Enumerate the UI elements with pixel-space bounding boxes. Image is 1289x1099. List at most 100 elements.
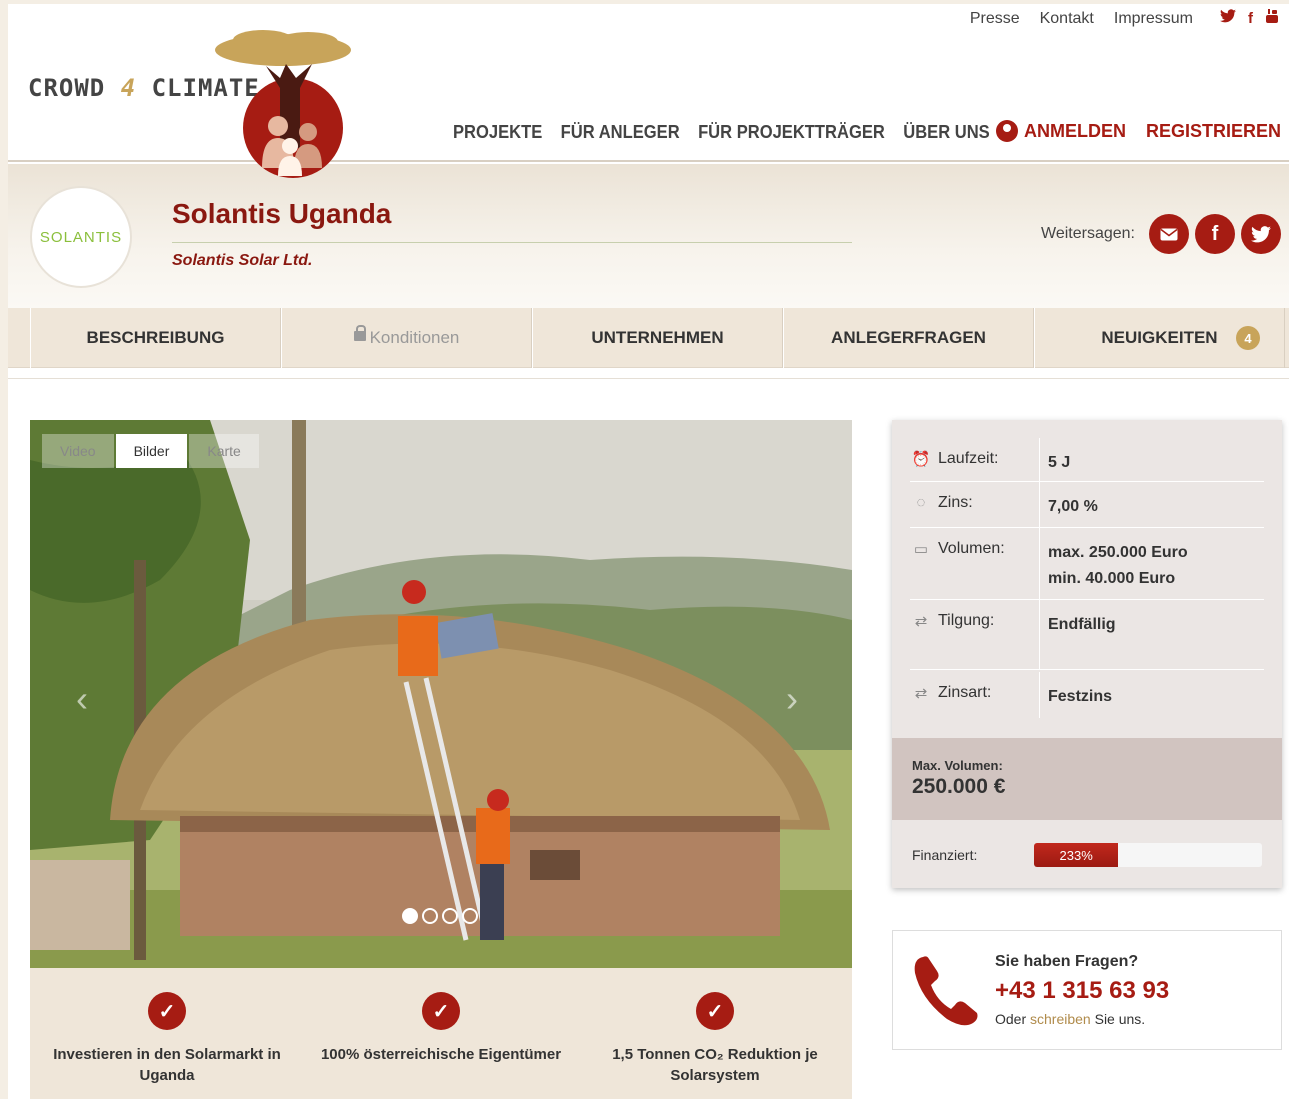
share-bar: Weitersagen: f — [1041, 214, 1281, 254]
share-twitter-button[interactable] — [1241, 214, 1281, 254]
tab-label: UNTERNEHMEN — [591, 328, 724, 347]
logo-number: 4 — [120, 74, 137, 102]
hut-solar-photo — [30, 420, 852, 968]
tab-anlegerfragen[interactable]: ANLEGERFRAGEN — [783, 308, 1034, 368]
tab-konditionen[interactable]: Konditionen — [281, 308, 532, 368]
investment-summary: ⏰ Laufzeit: 5 J ◌ Zins: 7,00 % ▭ Volumen… — [892, 420, 1282, 888]
top-link-impressum[interactable]: Impressum — [1114, 10, 1193, 28]
nav-fuer-anleger[interactable]: FÜR ANLEGER — [561, 122, 680, 143]
site-header: Presse Kontakt Impressum f CROWD 4 CLIMA… — [8, 4, 1289, 178]
slide-dot-1[interactable] — [402, 908, 418, 924]
tab-label: BESCHREIBUNG — [86, 328, 225, 347]
project-title: Solantis Uganda — [172, 198, 392, 229]
media-tab-bilder[interactable]: Bilder — [115, 434, 188, 468]
project-company: Solantis Solar Ltd. — [172, 252, 313, 269]
info-value: Festzins — [1048, 688, 1113, 705]
share-mail-button[interactable] — [1149, 214, 1189, 254]
contact-write-line: Oder schreiben Sie uns. — [995, 1011, 1145, 1027]
slide-dot-4[interactable] — [462, 908, 478, 924]
write-us-link[interactable]: schreiben — [1030, 1011, 1091, 1027]
funded-label: Finanziert: — [912, 847, 978, 863]
share-facebook-button[interactable]: f — [1195, 214, 1235, 254]
main-nav: PROJEKTE FÜR ANLEGER FÜR PROJEKTTRÄGER Ü… — [453, 122, 990, 143]
project-logo: SOLANTIS — [30, 186, 132, 288]
max-volume-box: Max. Volumen: 250.000 € — [892, 738, 1282, 820]
register-link[interactable]: REGISTRIEREN — [1146, 121, 1281, 142]
user-icon — [995, 120, 1018, 142]
volume-max: max. 250.000 Euro — [1048, 544, 1188, 561]
facebook-icon[interactable]: f — [1248, 10, 1253, 27]
checkmark-icon: ✓ — [148, 992, 186, 1030]
login-label: ANMELDEN — [1023, 120, 1126, 141]
top-links: Presse Kontakt Impressum — [970, 10, 1193, 28]
nav-ueber-uns[interactable]: ÜBER UNS — [903, 122, 989, 143]
info-label: Laufzeit: — [938, 450, 999, 467]
max-volume-label: Max. Volumen: — [912, 758, 1003, 773]
contact-phone[interactable]: +43 1 315 63 93 — [995, 977, 1169, 1005]
login-link[interactable]: ANMELDEN — [995, 120, 1126, 142]
next-slide-arrow[interactable]: › — [786, 678, 798, 720]
alarm-clock-icon: ⏰ — [911, 451, 931, 468]
repeat-icon: ⇄ — [914, 613, 928, 630]
media-tab-video[interactable]: Video — [42, 434, 114, 468]
info-row-zinsart: ⇄ Zinsart: Festzins — [910, 672, 1264, 718]
media-tab-karte[interactable]: Karte — [189, 434, 259, 468]
share-label: Weitersagen: — [1041, 225, 1135, 242]
feature-text: Investieren in den Solarmarkt in Uganda — [53, 1046, 281, 1084]
feature-text: 100% österreichische Eigentümer — [320, 1046, 562, 1063]
banknote-icon: ▭ — [913, 541, 929, 558]
youtube-icon[interactable] — [1265, 8, 1279, 28]
top-link-presse[interactable]: Presse — [970, 10, 1020, 28]
tab-beschreibung[interactable]: BESCHREIBUNG — [30, 308, 281, 368]
prev-slide-arrow[interactable]: ‹ — [76, 678, 88, 720]
info-value: 5 J — [1048, 454, 1071, 471]
contact-text: Sie uns. — [1094, 1011, 1146, 1027]
piggy-bank-icon: ◌ — [916, 494, 926, 511]
nav-fuer-projekttraeger[interactable]: FÜR PROJEKTTRÄGER — [698, 122, 885, 143]
project-gallery: Video Bilder Karte ‹ › — [30, 420, 852, 968]
tab-label: ANLEGERFRAGEN — [831, 328, 986, 347]
slide-dot-3[interactable] — [442, 908, 458, 924]
project-logo-text: SOLANTIS — [39, 228, 123, 246]
checkmark-icon: ✓ — [696, 992, 734, 1030]
contact-question: Sie haben Fragen? — [995, 953, 1139, 970]
info-row-volumen: ▭ Volumen: max. 250.000 Euro min. 40.000… — [910, 528, 1264, 600]
project-tabs: BESCHREIBUNG Konditionen UNTERNEHMEN ANL… — [8, 308, 1289, 368]
slide-dot-2[interactable] — [422, 908, 438, 924]
repeat-icon: ⇄ — [914, 685, 928, 702]
funded-row: Finanziert: 233% — [892, 822, 1282, 888]
mail-icon — [1160, 228, 1178, 240]
feature-item: ✓ 1,5 Tonnen CO₂ Reduktion je Solarsyste… — [578, 968, 852, 1099]
info-label: Tilgung: — [938, 612, 995, 629]
contact-text: Oder — [995, 1011, 1027, 1027]
twitter-icon — [1251, 225, 1271, 242]
info-row-laufzeit: ⏰ Laufzeit: 5 J — [910, 438, 1264, 482]
checkmark-icon: ✓ — [422, 992, 460, 1030]
divider — [8, 378, 1289, 379]
info-value: Endfällig — [1048, 616, 1116, 633]
lock-icon — [353, 325, 366, 341]
logo-word-crowd: CROWD — [28, 74, 106, 102]
facebook-icon: f — [1211, 222, 1219, 245]
tab-label: NEUIGKEITEN — [1101, 328, 1218, 347]
twitter-icon[interactable] — [1220, 9, 1236, 27]
volume-min: min. 40.000 Euro — [1048, 570, 1176, 587]
news-count-badge: 4 — [1236, 326, 1260, 350]
title-divider — [172, 242, 852, 243]
info-row-tilgung: ⇄ Tilgung: Endfällig — [910, 600, 1264, 670]
top-link-kontakt[interactable]: Kontakt — [1040, 10, 1094, 28]
feature-text: 1,5 Tonnen CO₂ Reduktion je Solarsystem — [612, 1046, 818, 1084]
info-row-zins: ◌ Zins: 7,00 % — [910, 482, 1264, 528]
info-label: Zins: — [938, 494, 973, 511]
nav-projekte[interactable]: PROJEKTE — [453, 122, 542, 143]
feature-list: ✓ Investieren in den Solarmarkt in Ugand… — [30, 968, 852, 1099]
info-value: 7,00 % — [1048, 498, 1098, 515]
contact-box: Sie haben Fragen? +43 1 315 63 93 Oder s… — [892, 930, 1282, 1050]
tab-neuigkeiten[interactable]: NEUIGKEITEN 4 — [1034, 308, 1285, 368]
funding-progress-bar: 233% — [1034, 843, 1262, 867]
max-volume-value: 250.000 € — [912, 775, 1006, 798]
feature-item: ✓ 100% österreichische Eigentümer — [304, 968, 578, 1099]
social-links: f — [1220, 8, 1279, 28]
media-tabs: Video Bilder Karte — [42, 434, 259, 468]
tab-unternehmen[interactable]: UNTERNEHMEN — [532, 308, 783, 368]
